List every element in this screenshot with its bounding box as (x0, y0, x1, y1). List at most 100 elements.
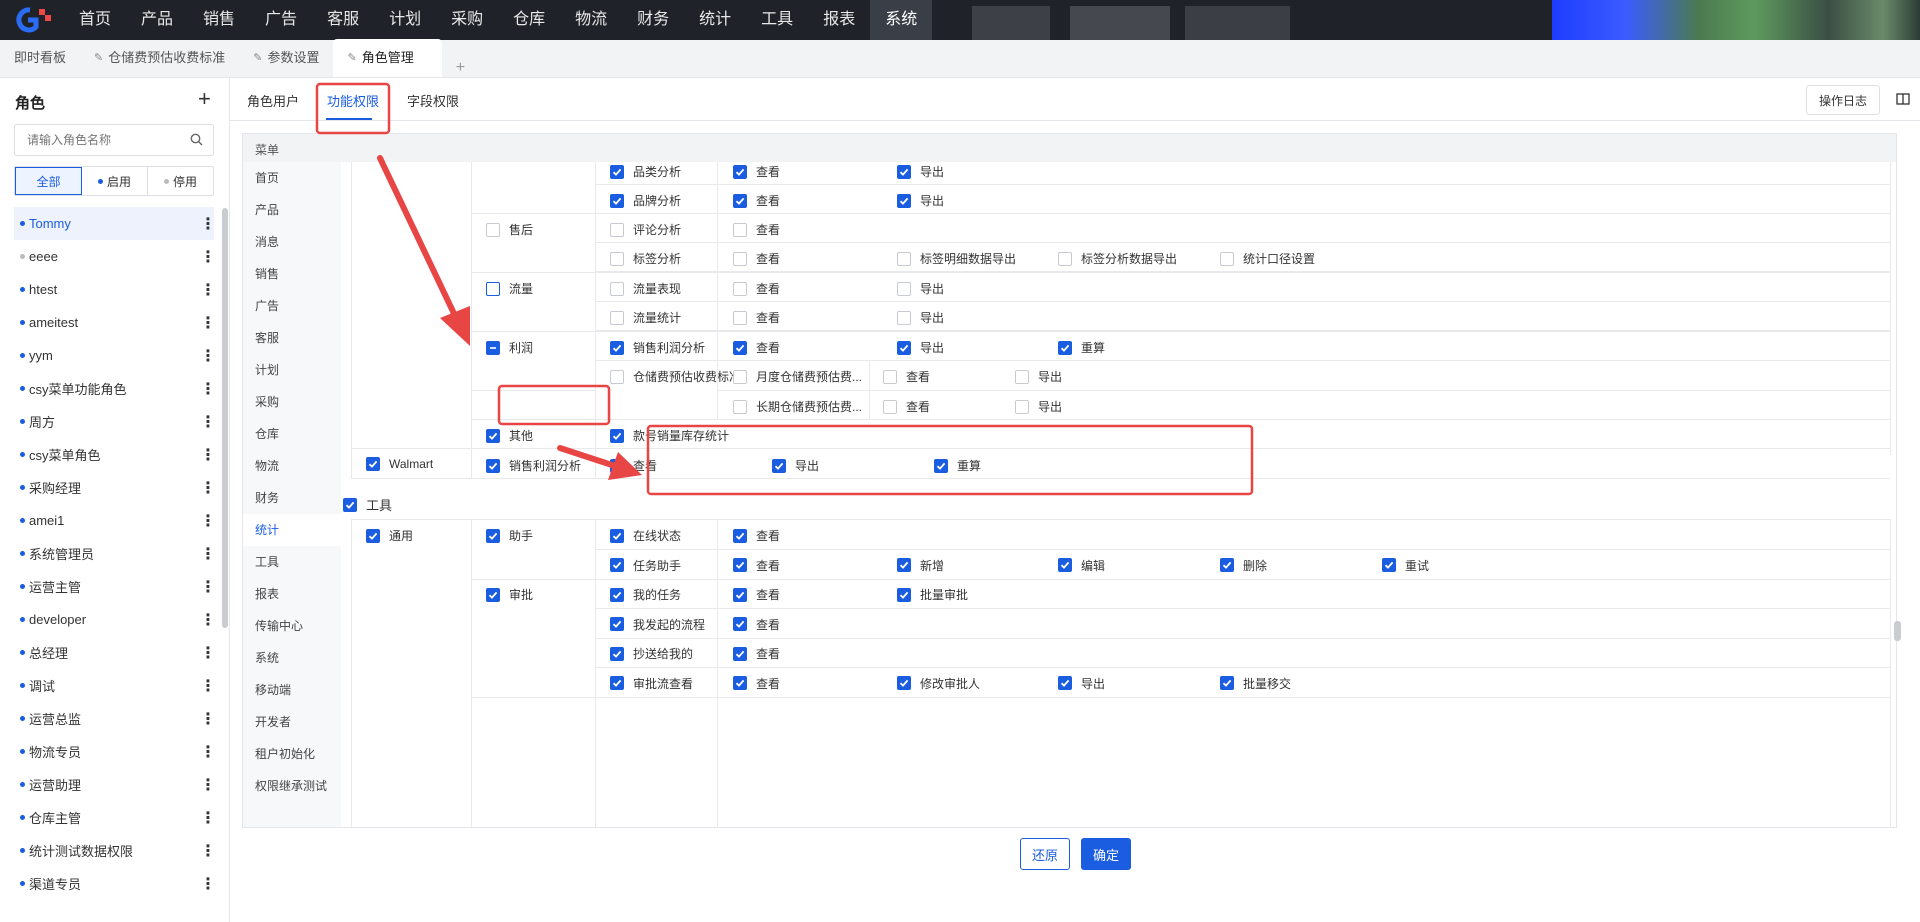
role-item[interactable]: 统计测试数据权限 ⋮ (14, 834, 216, 867)
module-checkbox[interactable] (366, 528, 380, 543)
nav-item-5[interactable]: 计划 (374, 0, 436, 40)
action-checkbox[interactable] (733, 164, 747, 179)
action-checkbox[interactable] (733, 676, 747, 690)
action-checkbox[interactable] (897, 251, 911, 266)
action-checkbox[interactable] (897, 558, 911, 572)
feature-checkbox[interactable] (610, 193, 624, 208)
action-checkbox[interactable] (733, 646, 747, 661)
tab-role-users[interactable]: 角色用户 (247, 91, 299, 110)
menu-item[interactable]: 物流 (243, 450, 341, 482)
action-checkbox[interactable] (772, 458, 786, 473)
confirm-button[interactable]: 确定 (1081, 838, 1131, 870)
role-item[interactable]: amei1 ⋮ (14, 504, 216, 537)
filter-all-button[interactable]: 全部 (15, 167, 82, 195)
nav-item-10[interactable]: 统计 (684, 0, 746, 40)
action-checkbox[interactable] (1220, 558, 1234, 572)
more-vert-icon[interactable]: ⋮ (200, 841, 216, 861)
more-vert-icon[interactable]: ⋮ (200, 313, 216, 333)
feature-checkbox[interactable] (610, 251, 624, 266)
nav-item-8[interactable]: 物流 (560, 0, 622, 40)
action-checkbox[interactable] (897, 193, 911, 208)
menu-item[interactable]: 产品 (243, 194, 341, 226)
feature-checkbox[interactable] (610, 369, 624, 384)
action-checkbox[interactable] (897, 676, 911, 690)
action-checkbox[interactable] (733, 617, 747, 631)
action-checkbox[interactable] (733, 558, 747, 572)
more-vert-icon[interactable]: ⋮ (200, 610, 216, 630)
more-vert-icon[interactable]: ⋮ (200, 874, 216, 894)
menu-item[interactable]: 财务 (243, 482, 341, 514)
action-checkbox[interactable] (1220, 251, 1234, 266)
more-vert-icon[interactable]: ⋮ (200, 379, 216, 399)
more-vert-icon[interactable]: ⋮ (200, 247, 216, 267)
more-vert-icon[interactable]: ⋮ (200, 346, 216, 366)
nav-item-12[interactable]: 报表 (808, 0, 870, 40)
group-checkbox[interactable] (486, 428, 500, 443)
menu-item[interactable]: 开发者 (243, 706, 341, 738)
section-checkbox[interactable] (343, 497, 357, 512)
tab-field-permissions[interactable]: 字段权限 (407, 91, 459, 110)
group-checkbox[interactable] (486, 340, 500, 355)
nav-item-2[interactable]: 销售 (188, 0, 250, 40)
filter-enabled-button[interactable]: 启用 (82, 167, 148, 195)
feature-checkbox[interactable] (610, 340, 624, 355)
more-vert-icon[interactable]: ⋮ (200, 577, 216, 597)
feature-checkbox[interactable] (610, 646, 624, 661)
role-item[interactable]: 周方 ⋮ (14, 405, 216, 438)
role-item[interactable]: 运营总监 ⋮ (14, 702, 216, 735)
nav-item-9[interactable]: 财务 (622, 0, 684, 40)
menu-item[interactable]: 统计 (243, 514, 341, 546)
nav-item-1[interactable]: 产品 (126, 0, 188, 40)
more-vert-icon[interactable]: ⋮ (200, 412, 216, 432)
role-item[interactable]: 系统管理员 ⋮ (14, 537, 216, 570)
more-vert-icon[interactable]: ⋮ (200, 511, 216, 531)
feature-checkbox[interactable] (610, 558, 624, 572)
more-vert-icon[interactable]: ⋮ (200, 544, 216, 564)
more-vert-icon[interactable]: ⋮ (200, 445, 216, 465)
more-vert-icon[interactable]: ⋮ (200, 808, 216, 828)
tab-function-permissions[interactable]: 功能权限 (327, 91, 379, 110)
nav-item-0[interactable]: 首页 (64, 0, 126, 40)
menu-item[interactable]: 仓库 (243, 418, 341, 450)
more-vert-icon[interactable]: ⋮ (200, 709, 216, 729)
more-vert-icon[interactable]: ⋮ (200, 742, 216, 762)
menu-item[interactable]: 移动端 (243, 674, 341, 706)
menu-item[interactable]: 工具 (243, 546, 341, 578)
add-role-icon[interactable]: + (198, 86, 211, 112)
more-vert-icon[interactable]: ⋮ (200, 280, 216, 300)
page-tab-params[interactable]: ✎ 参数设置 (239, 39, 333, 77)
feature-checkbox[interactable] (610, 528, 624, 543)
action-checkbox[interactable] (1058, 340, 1072, 355)
action-checkbox[interactable] (733, 222, 747, 237)
menu-item[interactable]: 客服 (243, 322, 341, 354)
group-checkbox[interactable] (486, 587, 500, 602)
group-checkbox[interactable] (486, 222, 500, 237)
role-item[interactable]: 渠道专员 ⋮ (14, 867, 216, 900)
feature-checkbox[interactable] (610, 222, 624, 237)
menu-item[interactable]: 销售 (243, 258, 341, 290)
action-checkbox[interactable] (897, 310, 911, 325)
role-item[interactable]: yym ⋮ (14, 339, 216, 372)
role-item[interactable]: csy菜单功能角色 ⋮ (14, 372, 216, 405)
more-vert-icon[interactable]: ⋮ (200, 214, 216, 234)
search-icon[interactable] (190, 133, 203, 149)
menu-item[interactable]: 权限继承测试 (243, 770, 341, 802)
role-item[interactable]: 调试 ⋮ (14, 669, 216, 702)
role-item[interactable]: 运营助理 ⋮ (14, 768, 216, 801)
feature-checkbox[interactable] (610, 310, 624, 325)
add-tab-icon[interactable]: + (442, 59, 479, 77)
menu-item[interactable]: 首页 (243, 162, 341, 194)
sidebar-scrollbar[interactable] (222, 208, 228, 628)
action-checkbox[interactable] (934, 458, 948, 473)
nav-item-11[interactable]: 工具 (746, 0, 808, 40)
menu-item[interactable]: 传输中心 (243, 610, 341, 642)
action-checkbox[interactable] (883, 369, 897, 384)
filter-disabled-button[interactable]: 停用 (148, 167, 213, 195)
page-tab-storage-fee[interactable]: ✎ 仓储费预估收费标准 (80, 39, 239, 77)
group-checkbox[interactable] (486, 281, 500, 296)
action-checkbox[interactable] (1220, 676, 1234, 690)
subfeature-checkbox[interactable] (733, 369, 747, 384)
role-item[interactable]: 仓库主管 ⋮ (14, 801, 216, 834)
role-item[interactable]: ameitest ⋮ (14, 306, 216, 339)
action-checkbox[interactable] (1058, 558, 1072, 572)
